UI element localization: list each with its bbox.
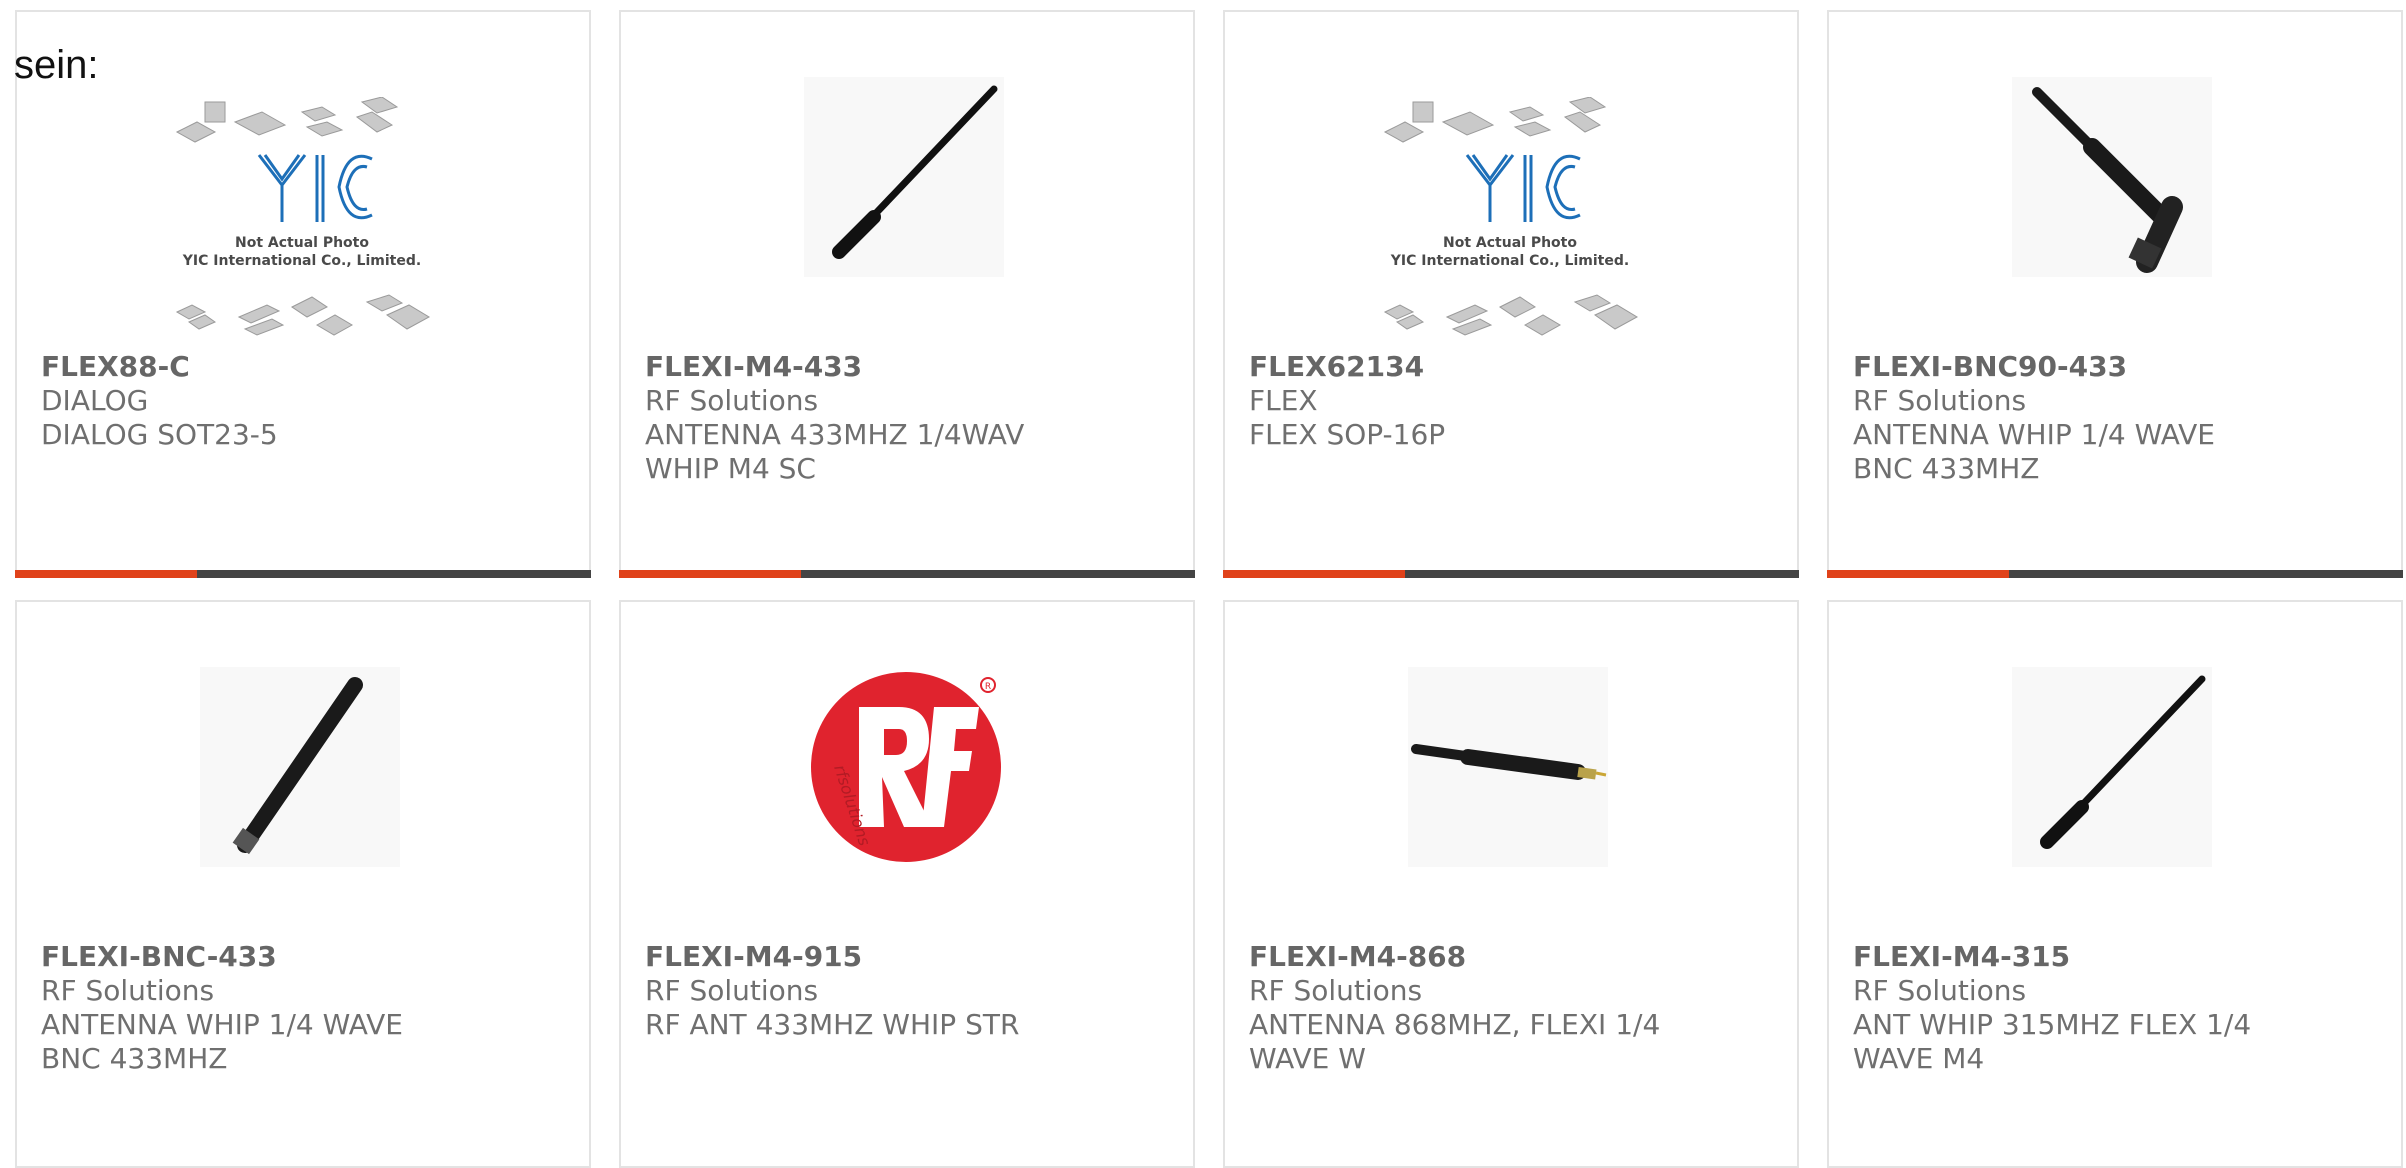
placeholder-line1: Not Actual Photo — [235, 235, 369, 251]
product-card[interactable]: FLEXI-M4-868 RF Solutions ANTENNA 868MHZ… — [1223, 600, 1799, 1168]
yic-placeholder-image: Not Actual Photo YIC International Co., … — [1375, 97, 1645, 347]
description: ANTENNA 433MHZ 1/4WAV WHIP M4 SC — [645, 418, 1025, 485]
product-info: FLEXI-M4-433 RF Solutions ANTENNA 433MHZ… — [645, 350, 1165, 486]
card-bar — [15, 570, 591, 578]
manufacturer: RF Solutions — [645, 974, 819, 1007]
part-number[interactable]: FLEXI-M4-868 — [1249, 940, 1769, 974]
product-info: FLEXI-M4-915 RF Solutions RF ANT 433MHZ … — [645, 940, 1165, 1042]
placeholder-line1: Not Actual Photo — [1443, 235, 1577, 251]
right-angle-bnc-antenna-image — [2012, 77, 2212, 277]
description: ANTENNA 868MHZ, FLEXI 1/4 WAVE W — [1249, 1008, 1661, 1075]
description: FLEX SOP-16P — [1249, 418, 1446, 451]
manufacturer: RF Solutions — [1249, 974, 1423, 1007]
manufacturer: RF Solutions — [1853, 384, 2027, 417]
product-card[interactable]: FLEXI-M4-315 RF Solutions ANT WHIP 315MH… — [1827, 600, 2403, 1168]
card-bar — [1827, 570, 2403, 578]
product-card[interactable]: Not Actual Photo YIC International Co., … — [1223, 10, 1799, 578]
part-number[interactable]: FLEX88-C — [41, 350, 561, 384]
svg-text:R: R — [985, 682, 991, 692]
intro-text: sein: — [14, 43, 99, 87]
card-bar-accent — [619, 570, 801, 578]
part-number[interactable]: FLEXI-M4-915 — [645, 940, 1165, 974]
stubby-antenna-image — [1408, 667, 1608, 867]
whip-antenna-image — [2012, 667, 2212, 867]
description: ANTENNA WHIP 1/4 WAVE BNC 433MHZ — [1853, 418, 2215, 485]
description: ANT WHIP 315MHZ FLEX 1/4 WAVE M4 — [1853, 1008, 2252, 1075]
product-info: FLEXI-M4-315 RF Solutions ANT WHIP 315MH… — [1853, 940, 2373, 1076]
product-info: FLEXI-BNC90-433 RF Solutions ANTENNA WHI… — [1853, 350, 2373, 486]
manufacturer: RF Solutions — [1853, 974, 2027, 1007]
card-bar-accent — [1827, 570, 2009, 578]
card-bar-accent — [1223, 570, 1405, 578]
product-card[interactable]: FLEXI-BNC90-433 RF Solutions ANTENNA WHI… — [1827, 10, 2403, 578]
part-number[interactable]: FLEXI-M4-433 — [645, 350, 1165, 384]
product-card[interactable]: FLEXI-BNC-433 RF Solutions ANTENNA WHIP … — [15, 600, 591, 1168]
manufacturer: RF Solutions — [645, 384, 819, 417]
description: RF ANT 433MHZ WHIP STR — [645, 1008, 1020, 1041]
card-bar — [1223, 570, 1799, 578]
product-info: FLEXI-BNC-433 RF Solutions ANTENNA WHIP … — [41, 940, 561, 1076]
yic-placeholder-image: Not Actual Photo YIC International Co., … — [167, 97, 437, 347]
card-bar — [619, 570, 1195, 578]
product-card[interactable]: R rfsolutions FLEXI-M4-915 RF Solutions … — [619, 600, 1195, 1168]
part-number[interactable]: FLEX62134 — [1249, 350, 1769, 384]
manufacturer: DIALOG — [41, 384, 149, 417]
product-info: FLEXI-M4-868 RF Solutions ANTENNA 868MHZ… — [1249, 940, 1769, 1076]
part-number[interactable]: FLEXI-BNC90-433 — [1853, 350, 2373, 384]
card-bar-accent — [15, 570, 197, 578]
placeholder-line2: YIC International Co., Limited. — [182, 253, 421, 269]
product-info: FLEX62134 FLEX FLEX SOP-16P — [1249, 350, 1769, 452]
part-number[interactable]: FLEXI-M4-315 — [1853, 940, 2373, 974]
product-card[interactable]: FLEXI-M4-433 RF Solutions ANTENNA 433MHZ… — [619, 10, 1195, 578]
bnc-whip-antenna-image — [200, 667, 400, 867]
whip-antenna-image — [804, 77, 1004, 277]
part-number[interactable]: FLEXI-BNC-433 — [41, 940, 561, 974]
description: DIALOG SOT23-5 — [41, 418, 278, 451]
product-info: FLEX88-C DIALOG DIALOG SOT23-5 — [41, 350, 561, 452]
rf-solutions-logo: R rfsolutions — [804, 667, 1004, 867]
manufacturer: FLEX — [1249, 384, 1318, 417]
manufacturer: RF Solutions — [41, 974, 215, 1007]
description: ANTENNA WHIP 1/4 WAVE BNC 433MHZ — [41, 1008, 403, 1075]
placeholder-line2: YIC International Co., Limited. — [1390, 253, 1629, 269]
product-card[interactable]: Not Actual Photo YIC International Co., … — [15, 10, 591, 578]
